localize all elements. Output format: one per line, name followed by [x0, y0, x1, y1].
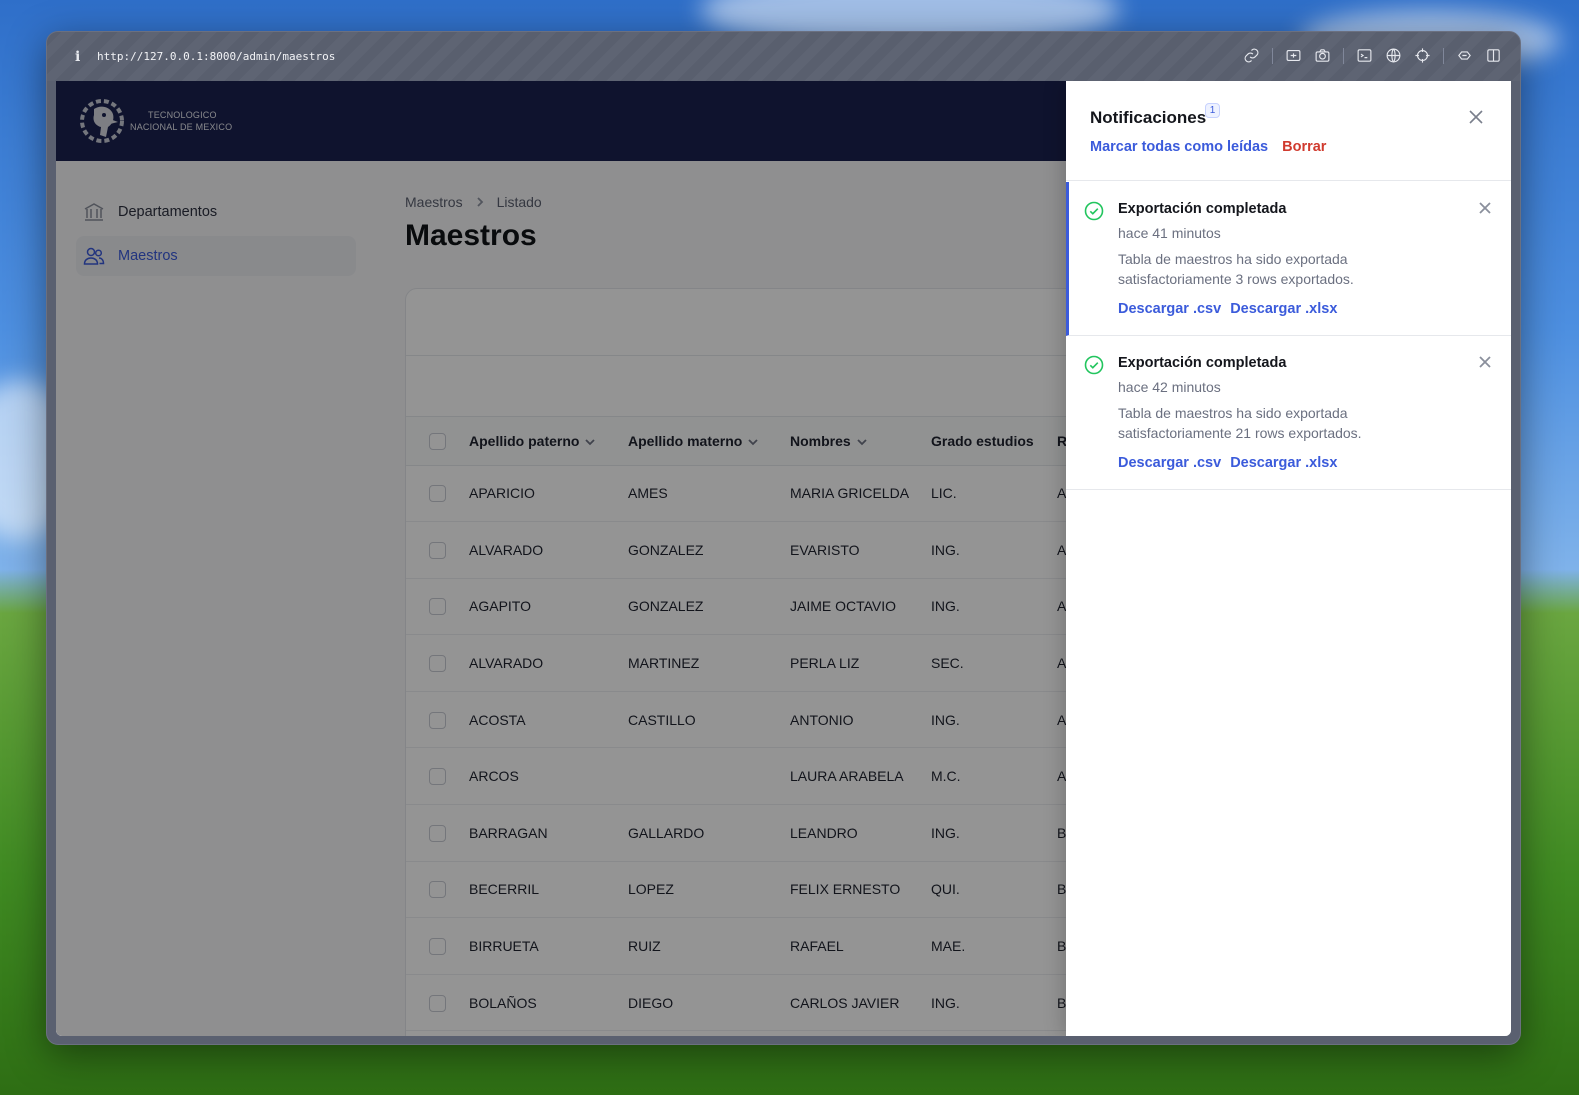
notifications-header: Notificaciones 1 Marcar todas como leída…: [1066, 81, 1511, 181]
notification-text: Tabla de maestros ha sido exportada sati…: [1118, 251, 1354, 287]
clear-notifications-link[interactable]: Borrar: [1282, 139, 1326, 155]
download-xlsx-link[interactable]: Descargar .xlsx: [1230, 455, 1337, 471]
info-icon[interactable]: i: [75, 49, 87, 65]
notification-item: Exportación completada hace 41 minutos T…: [1066, 182, 1511, 336]
check-circle-icon: [1084, 355, 1104, 375]
toolbar-divider: [1343, 47, 1344, 64]
close-icon: [1479, 356, 1491, 368]
notification-title: Exportación completada: [1118, 201, 1287, 217]
check-circle-icon: [1084, 201, 1104, 221]
browser-window: i http://127.0.0.1:8000/admin/maestros T…: [46, 31, 1521, 1045]
notification-body: Exportación completada hace 42 minutos T…: [1118, 355, 1471, 471]
notification-item: Exportación completada hace 42 minutos T…: [1066, 336, 1511, 490]
toolbar-divider: [1443, 47, 1444, 64]
crosshair-icon[interactable]: [1414, 47, 1431, 64]
download-csv-link[interactable]: Descargar .csv: [1118, 455, 1221, 471]
notification-links: Descargar .csv Descargar .xlsx: [1118, 455, 1471, 471]
notifications-actions: Marcar todas como leídas Borrar: [1090, 139, 1326, 155]
notification-time: hace 42 minutos: [1118, 379, 1221, 395]
globe-icon[interactable]: [1385, 47, 1402, 64]
close-icon: [1469, 110, 1483, 124]
link-icon[interactable]: [1243, 47, 1260, 64]
admin-app: TECNOLOGICO NACIONAL DE MEXICO Departame…: [56, 81, 1511, 1036]
close-panel-button[interactable]: [1467, 108, 1485, 126]
notification-links: Descargar .csv Descargar .xlsx: [1118, 301, 1471, 317]
unread-count-badge: 1: [1205, 103, 1220, 118]
extensions-icon[interactable]: [1456, 47, 1473, 64]
download-xlsx-link[interactable]: Descargar .xlsx: [1230, 301, 1337, 317]
notifications-title: Notificaciones: [1090, 108, 1207, 127]
notifications-panel: Notificaciones 1 Marcar todas como leída…: [1066, 81, 1511, 1036]
notification-body: Exportación completada hace 41 minutos T…: [1118, 201, 1471, 317]
browser-toolbar: [1243, 47, 1502, 64]
camera-icon[interactable]: [1314, 47, 1331, 64]
notification-title: Exportación completada: [1118, 355, 1287, 371]
screenshot-area-icon[interactable]: [1285, 47, 1302, 64]
notification-text: Tabla de maestros ha sido exportada sati…: [1118, 405, 1362, 441]
toolbar-divider: [1272, 47, 1273, 64]
dismiss-notification-button[interactable]: [1479, 202, 1491, 214]
terminal-icon[interactable]: [1356, 47, 1373, 64]
address-bar[interactable]: i http://127.0.0.1:8000/admin/maestros: [47, 32, 1520, 81]
url-text[interactable]: http://127.0.0.1:8000/admin/maestros: [97, 50, 335, 63]
dismiss-notification-button[interactable]: [1479, 356, 1491, 368]
close-icon: [1479, 202, 1491, 214]
split-view-icon[interactable]: [1485, 47, 1502, 64]
mark-all-read-link[interactable]: Marcar todas como leídas: [1090, 139, 1268, 155]
notification-time: hace 41 minutos: [1118, 225, 1221, 241]
download-csv-link[interactable]: Descargar .csv: [1118, 301, 1221, 317]
